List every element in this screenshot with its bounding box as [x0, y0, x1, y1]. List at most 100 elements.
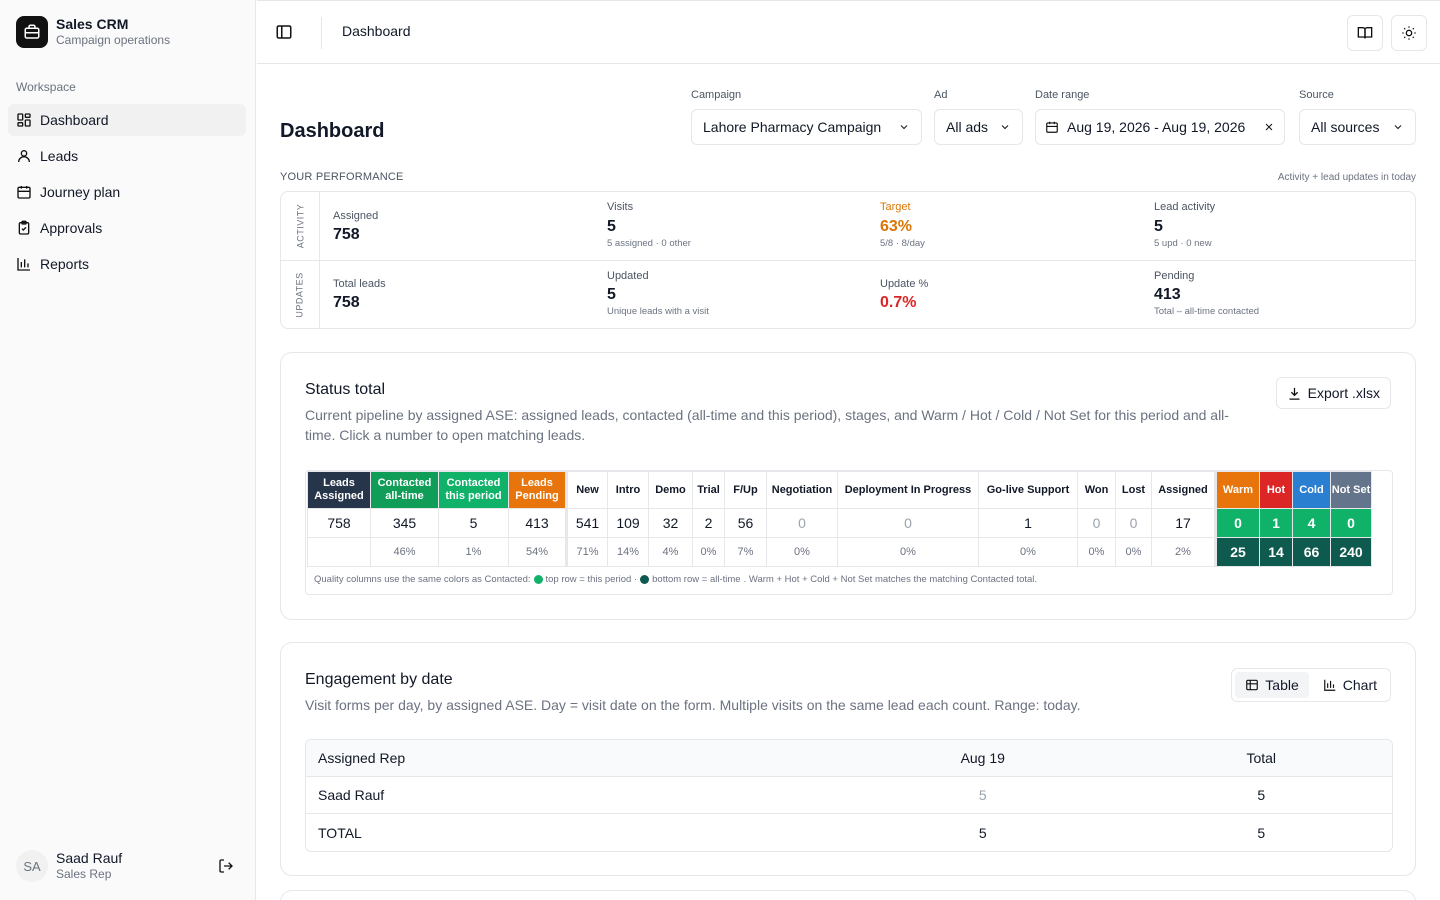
status-total-card: Status total Current pipeline by assigne…	[280, 352, 1416, 620]
status-table: Leads Assigned Contacted all-time Contac…	[307, 471, 1372, 567]
performance-label: YOUR PERFORMANCE	[280, 171, 404, 183]
stage-cell[interactable]: 0	[766, 508, 838, 538]
grand-total-cell: 5	[1257, 824, 1266, 841]
assigned-stat: Assigned 758	[333, 210, 379, 243]
engagement-table: Assigned Rep Aug 19 Total Saad Rauf 5 5 …	[305, 739, 1393, 852]
period-dot-icon	[533, 575, 543, 584]
engagement-description: Visit forms per day, by assigned ASE. Da…	[305, 697, 1081, 713]
stage-cell[interactable]: 0	[1077, 508, 1116, 538]
user-role: Sales Rep	[56, 867, 112, 881]
stage-header: Trial	[692, 471, 725, 509]
logout-icon[interactable]	[218, 858, 234, 874]
close-icon[interactable]	[1263, 121, 1275, 133]
sidebar-toggle-icon[interactable]	[275, 23, 293, 41]
export-xlsx-button[interactable]: Export .xlsx	[1275, 377, 1391, 409]
summary-pct-cell: 1%	[438, 537, 509, 567]
day-total-cell: 5	[978, 824, 987, 841]
summary-cell[interactable]: 758	[307, 508, 371, 538]
performance-note: Activity + lead updates in today	[1277, 172, 1416, 183]
hot-header: Hot	[1259, 471, 1293, 509]
ad-select[interactable]: All ads	[934, 109, 1023, 145]
sidebar-item-label: Leads	[40, 148, 79, 164]
performance-panel: ACTIVITY Assigned 758 Visits 5 5 assigne…	[280, 191, 1416, 329]
source-select-value: All sources	[1311, 119, 1380, 135]
next-card	[280, 890, 1416, 900]
quality-alltime-cell[interactable]: 240	[1330, 537, 1372, 567]
docs-button[interactable]	[1347, 15, 1383, 51]
chevron-down-icon	[1001, 125, 1009, 130]
stage-header: Negotiation	[766, 471, 838, 509]
quality-period-cell[interactable]: 0	[1330, 508, 1372, 538]
chart-view-button[interactable]: Chart	[1313, 672, 1387, 698]
table-total-row: TOTAL 5 5	[306, 814, 1392, 851]
stage-cell[interactable]: 0	[837, 508, 979, 538]
stage-pct-cell: 0%	[1077, 537, 1116, 567]
day-count-cell[interactable]: 5	[835, 787, 1130, 803]
stage-pct-cell: 71%	[566, 537, 608, 567]
bar-chart-icon	[1323, 679, 1336, 691]
total-label-cell: TOTAL	[318, 824, 362, 841]
sidebar-item-journey-plan[interactable]: Journey plan	[8, 176, 246, 208]
summary-cell[interactable]: 413	[508, 508, 568, 538]
stage-cell[interactable]: 56	[724, 508, 767, 538]
column-header[interactable]: Total	[1130, 750, 1392, 766]
stage-pct-cell: 0%	[978, 537, 1078, 567]
stage-header: Intro	[607, 471, 649, 509]
date-range-picker[interactable]: Aug 19, 2026 - Aug 19, 2026	[1035, 109, 1285, 145]
stage-header: Won	[1077, 471, 1116, 509]
visits-stat: Visits 5 5 assigned · 0 other	[607, 201, 691, 249]
activity-label: ACTIVITY	[281, 192, 320, 260]
not-set-header: Not Set	[1330, 471, 1372, 509]
stage-pct-cell: 0%	[837, 537, 979, 567]
leads-assigned-header: Leads Assigned	[307, 471, 371, 509]
user-profile[interactable]: SA Saad Rauf Sales Rep	[16, 850, 240, 882]
sidebar-item-dashboard[interactable]: Dashboard	[8, 104, 246, 136]
column-header[interactable]: Assigned Rep	[306, 750, 835, 766]
warm-header: Warm	[1215, 471, 1260, 509]
chevron-down-icon	[1394, 125, 1402, 130]
table-view-button[interactable]: Table	[1235, 672, 1309, 698]
sidebar-item-label: Dashboard	[40, 112, 109, 128]
stage-cell[interactable]: 32	[648, 508, 693, 538]
quality-period-cell[interactable]: 0	[1215, 508, 1260, 538]
brand-title: Sales CRM	[56, 16, 129, 32]
sidebar: Sales CRM Campaign operations Workspace …	[0, 0, 256, 900]
stage-cell[interactable]: 1	[978, 508, 1078, 538]
sidebar-item-approvals[interactable]: Approvals	[8, 212, 246, 244]
summary-cell[interactable]: 5	[438, 508, 509, 538]
stage-cell[interactable]: 17	[1151, 508, 1217, 538]
stage-header: F/Up	[724, 471, 767, 509]
theme-toggle-button[interactable]	[1391, 15, 1427, 51]
quality-period-cell[interactable]: 4	[1292, 508, 1331, 538]
date-range-value: Aug 19, 2026 - Aug 19, 2026	[1067, 119, 1246, 135]
brand-subtitle: Campaign operations	[56, 33, 171, 47]
leads-pending-header: Leads Pending	[508, 471, 568, 509]
quality-period-cell[interactable]: 1	[1259, 508, 1293, 538]
stage-cell[interactable]: 2	[692, 508, 725, 538]
campaign-select[interactable]: Lahore Pharmacy Campaign	[691, 109, 922, 145]
stage-cell[interactable]: 0	[1115, 508, 1152, 538]
brand[interactable]: Sales CRM Campaign operations	[16, 16, 170, 48]
source-select[interactable]: All sources	[1299, 109, 1416, 145]
sidebar-item-reports[interactable]: Reports	[8, 248, 246, 280]
sidebar-item-leads[interactable]: Leads	[8, 140, 246, 172]
stage-pct-cell: 14%	[607, 537, 649, 567]
main-content: Dashboard Campaign Lahore Pharmacy Campa…	[257, 64, 1440, 900]
contacted-period-header: Contacted this period	[438, 471, 509, 509]
rep-name-cell: Saad Rauf	[318, 787, 385, 803]
sidebar-nav: Dashboard Leads Journey plan Approvals R…	[8, 104, 246, 284]
quality-alltime-cell[interactable]: 14	[1259, 537, 1293, 567]
quality-alltime-cell[interactable]: 66	[1292, 537, 1331, 567]
download-icon	[1289, 387, 1300, 400]
column-header[interactable]: Aug 19	[835, 750, 1130, 766]
quality-alltime-cell[interactable]: 25	[1215, 537, 1260, 567]
avatar: SA	[16, 850, 48, 882]
stage-cell[interactable]: 541	[566, 508, 608, 538]
book-open-icon	[1357, 27, 1373, 39]
summary-cell[interactable]: 345	[370, 508, 439, 538]
stage-pct-cell: 4%	[648, 537, 693, 567]
summary-pct-cell: 54%	[508, 537, 568, 567]
total-leads-stat: Total leads 758	[333, 278, 386, 311]
stage-cell[interactable]: 109	[607, 508, 649, 538]
pending-stat: Pending 413 Total – all-time contacted	[1154, 270, 1260, 317]
